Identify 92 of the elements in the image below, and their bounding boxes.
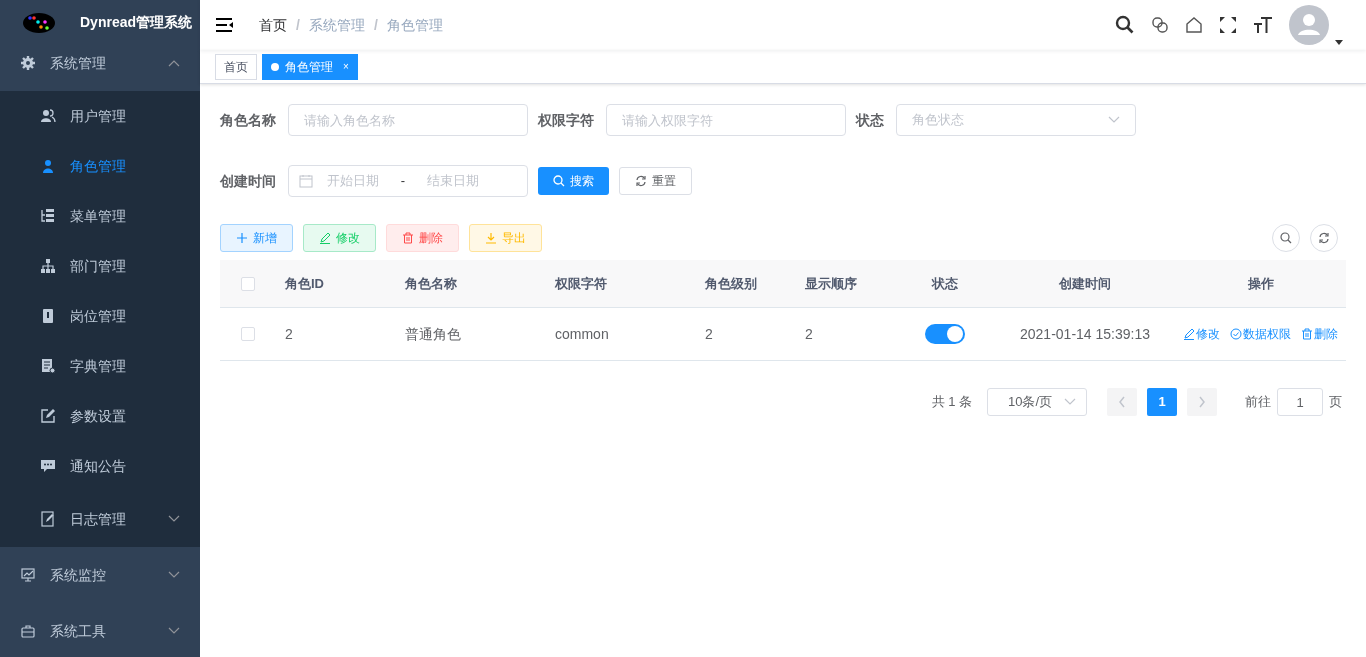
pencil-icon: [319, 232, 331, 244]
total-count: 共 1 条: [931, 393, 972, 412]
action-link[interactable]: 删除: [1301, 325, 1338, 343]
search-icon: [1280, 232, 1292, 244]
goto-label: 前往: [1245, 393, 1271, 412]
trash-icon: [402, 232, 414, 244]
person-icon: [40, 158, 56, 174]
toggle-switch[interactable]: [925, 324, 965, 344]
checkbox[interactable]: [240, 327, 255, 341]
table-cell: 2: [285, 325, 293, 342]
input-field[interactable]: 请输入角色名称: [288, 104, 528, 136]
column-header: 角色级别: [705, 274, 757, 293]
reset-button[interactable]: 重置: [619, 167, 692, 195]
column-header: 显示顺序: [805, 274, 857, 293]
menu-item[interactable]: 用户管理: [0, 91, 200, 141]
field-label: 状态: [856, 110, 885, 130]
edit-icon: [40, 408, 56, 424]
badge-icon: [40, 308, 56, 324]
page-size-select[interactable]: 10条/页: [987, 388, 1087, 416]
calendar-icon: [299, 174, 313, 188]
field-label: 权限字符: [538, 110, 595, 130]
search-icon[interactable]: [1115, 15, 1135, 35]
table-cell-text: 2021-01-14 15:39:13: [1020, 324, 1150, 344]
menu-item[interactable]: 日志管理: [0, 491, 200, 547]
table-cell: 2: [705, 325, 713, 342]
menu-item[interactable]: 菜单管理: [0, 191, 200, 241]
document-gear-icon: [40, 358, 56, 374]
monitor-icon: [20, 567, 36, 583]
input-field[interactable]: 请输入权限字符: [606, 104, 846, 136]
list-tree-icon: [40, 208, 56, 224]
breadcrumb-separator: /: [373, 15, 378, 35]
checkbox[interactable]: [240, 276, 255, 291]
field-label: 创建时间: [220, 171, 277, 191]
menu-item[interactable]: 部门管理: [0, 241, 200, 291]
chevron-down-icon: [168, 515, 180, 523]
plus-icon: [236, 232, 248, 244]
menu-item[interactable]: 系统工具: [0, 603, 200, 657]
org-chart-icon: [40, 258, 56, 274]
breadcrumb-link[interactable]: 首页: [259, 14, 287, 36]
chevron-right-icon: [1198, 396, 1206, 408]
table-cell: common: [555, 325, 609, 342]
users-icon: [40, 108, 56, 124]
column-header: 操作: [1247, 274, 1274, 293]
home-icon[interactable]: [1185, 16, 1203, 34]
chevron-down-icon: [1064, 398, 1076, 406]
breadcrumb-item: 角色管理: [386, 15, 443, 35]
page-suffix: 页: [1329, 393, 1342, 412]
column-header: 权限字符: [555, 274, 607, 293]
chevron-left-icon: [1118, 396, 1126, 408]
search-icon: [553, 175, 565, 187]
chevron-down-icon: [168, 627, 180, 635]
breadcrumb-separator: /: [296, 15, 300, 35]
menu-item[interactable]: 角色管理: [0, 141, 200, 191]
date-range-field[interactable]: 开始日期 - 结束日期: [288, 165, 528, 197]
app-title: Dynread管理系统: [80, 13, 193, 32]
briefcase-icon: [20, 623, 36, 639]
chat-icon: [40, 458, 56, 474]
column-header: 状态: [932, 274, 958, 293]
column-header: 创建时间: [1059, 274, 1111, 293]
table-cell: 2: [805, 325, 813, 342]
page-input[interactable]: 1: [1277, 388, 1323, 416]
refresh-icon: [1318, 232, 1330, 244]
column-header: 角色ID: [285, 274, 324, 293]
menu-icon[interactable]: [215, 16, 235, 34]
check-circle-icon: [1230, 328, 1242, 340]
refresh-icon: [635, 175, 647, 187]
tab[interactable]: 首页: [215, 53, 257, 80]
chevron-down-icon: [168, 571, 180, 579]
menu-item[interactable]: 系统监控: [0, 547, 200, 603]
link-icon[interactable]: [1151, 16, 1169, 34]
column-header: 角色名称: [405, 274, 457, 293]
download-icon: [485, 232, 497, 244]
field-label: 角色名称: [220, 110, 277, 130]
menu-item[interactable]: 系统管理: [0, 35, 200, 91]
log-edit-icon: [40, 511, 56, 527]
trash-icon: [1301, 328, 1313, 340]
gear-icon: [20, 55, 36, 71]
menu-item[interactable]: 参数设置: [0, 391, 200, 441]
font-size-icon[interactable]: [1253, 15, 1273, 35]
table-cell: 普通角色: [405, 325, 461, 342]
menu-item[interactable]: 岗位管理: [0, 291, 200, 341]
breadcrumb-item: 系统管理: [308, 15, 365, 35]
action-link[interactable]: 数据权限: [1230, 325, 1291, 343]
menu-item[interactable]: 字典管理: [0, 341, 200, 391]
fullscreen-icon[interactable]: [1219, 16, 1237, 34]
chevron-down-icon: [1108, 116, 1120, 124]
logo-icon: [22, 11, 56, 34]
action-link[interactable]: 修改: [1183, 325, 1220, 343]
menu-item[interactable]: 通知公告: [0, 441, 200, 491]
chevron-up-icon: [168, 59, 180, 67]
caret-icon[interactable]: [1335, 40, 1343, 45]
pencil-icon: [1183, 328, 1195, 340]
